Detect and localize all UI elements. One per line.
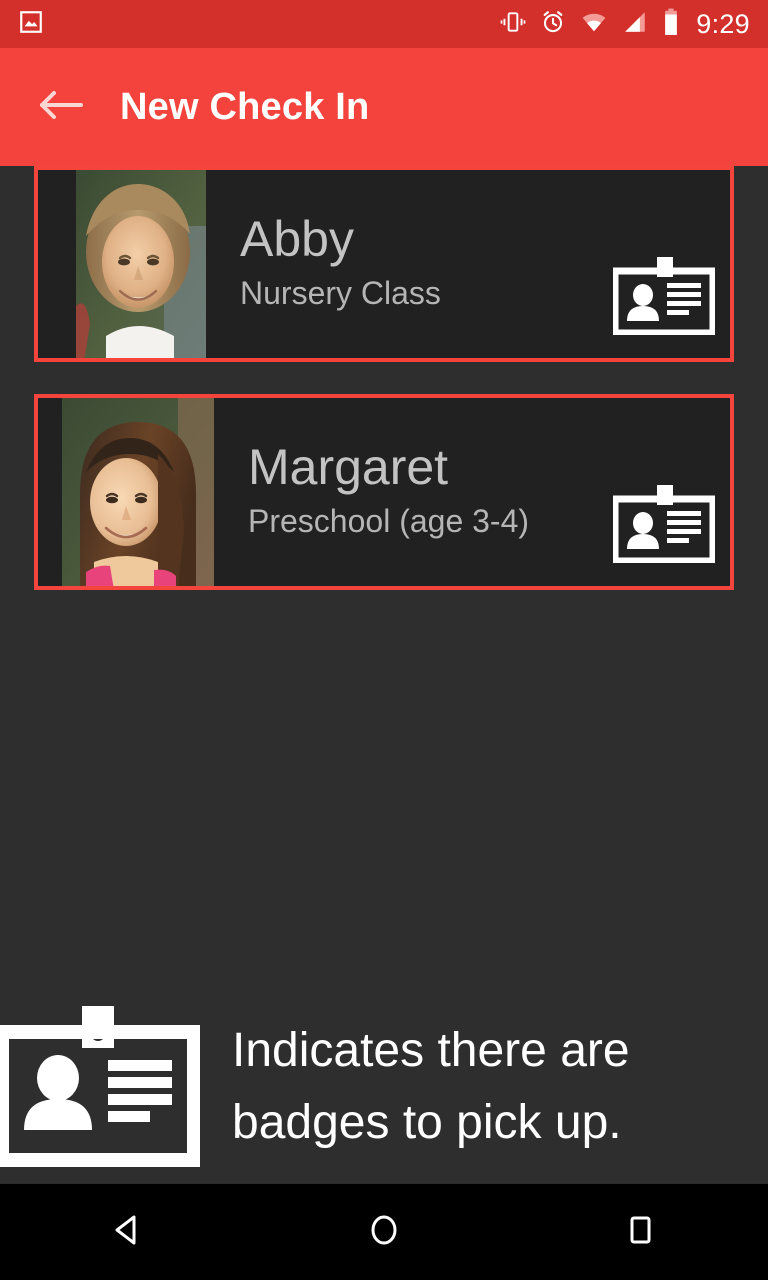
- battery-icon: [662, 8, 680, 41]
- alarm-clock-icon: [540, 9, 566, 40]
- person-class: Nursery Class: [240, 274, 441, 311]
- recents-square-icon: [620, 1210, 660, 1255]
- checkin-row-abby[interactable]: Abby Nursery Class: [34, 166, 734, 362]
- avatar-margaret: [62, 398, 214, 586]
- back-triangle-icon: [108, 1210, 148, 1255]
- status-bar-left-icons: [18, 9, 44, 40]
- badge-indicator-abby[interactable]: [606, 170, 730, 358]
- app-bar: New Check In: [0, 48, 768, 166]
- avatar-abby: [76, 170, 206, 358]
- status-bar-right-icons: 9:29: [500, 8, 750, 41]
- android-nav-bar: [0, 1183, 768, 1280]
- checkin-list: Abby Nursery Class Margaret Preschool (a…: [0, 166, 768, 622]
- legend-badge-icon-wrapper: [0, 1002, 201, 1173]
- status-bar-clock: 9:29: [696, 8, 750, 39]
- vibrate-icon: [500, 9, 526, 40]
- photo-notification-icon: [18, 9, 44, 40]
- checkin-row-margaret[interactable]: Margaret Preschool (age 3-4): [34, 394, 734, 590]
- back-button[interactable]: [24, 71, 96, 143]
- page-title: New Check In: [120, 85, 370, 128]
- id-badge-icon: [611, 485, 717, 568]
- checkin-row-text: Abby Nursery Class: [206, 170, 606, 358]
- nav-home-button[interactable]: [324, 1184, 444, 1280]
- id-badge-icon: [611, 257, 717, 340]
- status-bar: 9:29: [0, 0, 768, 48]
- id-badge-icon: [0, 1002, 201, 1173]
- badge-indicator-margaret[interactable]: [606, 398, 730, 586]
- legend-text: Indicates there are badges to pick up.: [232, 1024, 630, 1149]
- home-circle-icon: [364, 1210, 404, 1255]
- person-class: Preschool (age 3-4): [248, 502, 530, 539]
- person-name: Abby: [240, 210, 354, 267]
- person-name: Margaret: [248, 438, 449, 495]
- checkin-row-text: Margaret Preschool (age 3-4): [214, 398, 606, 586]
- arrow-left-icon: [37, 87, 83, 128]
- nav-recents-button[interactable]: [580, 1184, 700, 1280]
- badge-legend: Indicates there are badges to pick up.: [0, 1004, 768, 1170]
- wifi-icon: [580, 9, 608, 40]
- phone-screen: 9:29 New Check In Abby Nursery Class Mar…: [0, 0, 768, 1280]
- nav-back-button[interactable]: [68, 1184, 188, 1280]
- cell-signal-icon: [622, 9, 648, 40]
